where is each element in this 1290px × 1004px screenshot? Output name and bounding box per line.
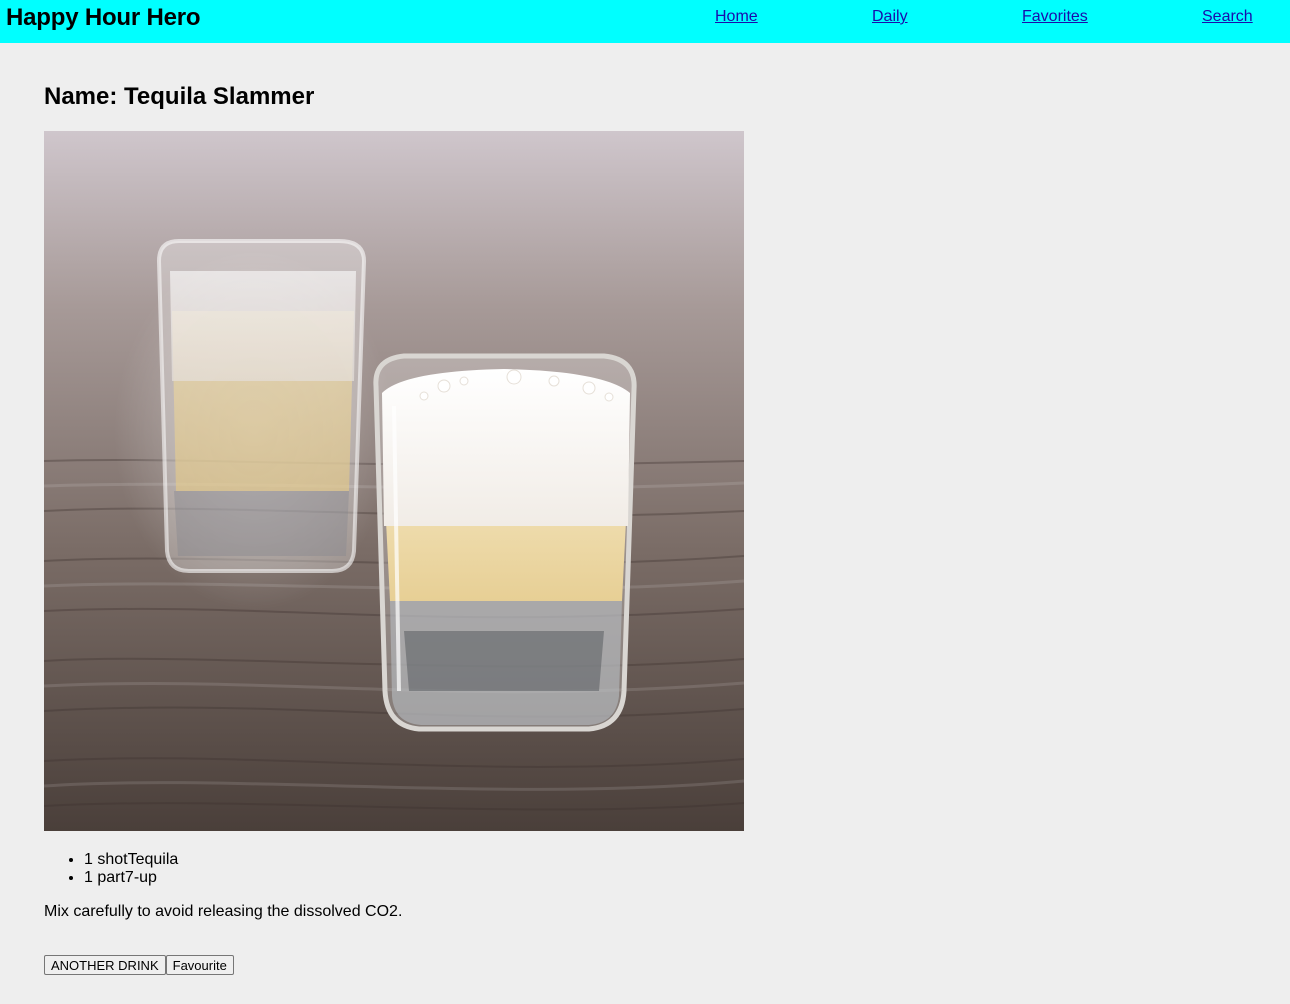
drink-instructions: Mix carefully to avoid releasing the dis… (44, 903, 403, 920)
drink-detail: Name: Tequila Slammer • 1 shotTequila • … (44, 43, 844, 975)
favourite-button[interactable]: Favourite (165, 955, 234, 975)
nav-link-search[interactable]: Search (1202, 8, 1253, 26)
action-buttons: ANOTHER DRINK Favourite (44, 955, 844, 975)
nav-link-home[interactable]: Home (715, 8, 758, 26)
drink-name: Name: Tequila Slammer (44, 83, 315, 110)
top-navbar: Happy Hour Hero Home Daily Favorites Sea… (0, 0, 1290, 43)
nav-link-favorites[interactable]: Favorites (1022, 8, 1088, 26)
nav-link-daily[interactable]: Daily (872, 8, 908, 26)
ingredient-item: 1 part7-up (84, 869, 844, 887)
drink-photo-illustration (44, 131, 744, 831)
app-title: Happy Hour Hero (6, 4, 201, 31)
another-drink-button[interactable]: ANOTHER DRINK (44, 955, 166, 975)
ingredient-list: 1 shotTequila 1 part7-up (44, 851, 844, 887)
ingredient-item: 1 shotTequila (84, 851, 844, 869)
drink-photo (44, 131, 744, 831)
